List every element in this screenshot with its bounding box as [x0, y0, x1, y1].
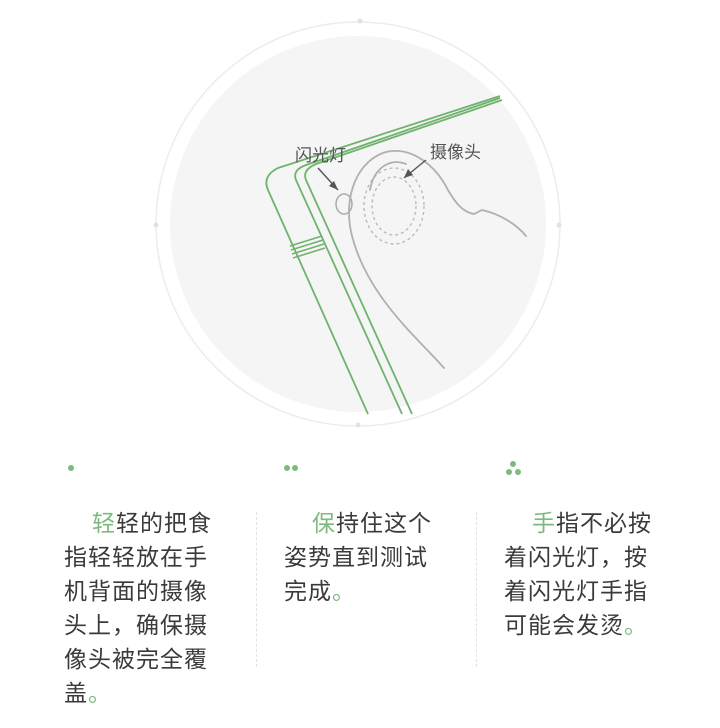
step-1: 轻轻的把食指轻轻放在手机背面的摄像头上，确保摄像头被完全覆盖。 [64, 455, 234, 711]
ring-dot-right [556, 222, 562, 228]
ring-dot-left [153, 222, 159, 228]
step-3-text: 手指不必按着闪光灯，按着闪光灯手指可能会发烫。 [504, 507, 666, 643]
step-2-body: 持住这个姿势直到测试完成 [284, 511, 432, 605]
step-2-text: 保持住这个姿势直到测试完成。 [284, 507, 446, 609]
step-3: 手指不必按着闪光灯，按着闪光灯手指可能会发烫。 [504, 455, 674, 643]
step-1-body: 轻的把食指轻轻放在手机背面的摄像头上，确保摄像头被完全覆盖 [64, 511, 212, 707]
column-divider [256, 512, 257, 667]
step-2: 保持住这个姿势直到测试完成。 [284, 455, 454, 609]
step-2-indicator [284, 455, 454, 475]
ring-dot-top [357, 18, 363, 24]
step-3-end-mark: 。 [624, 613, 648, 639]
step-1-accent-char: 轻 [92, 511, 116, 537]
camera-label: 摄像头 [430, 143, 481, 163]
step-1-end-mark: 。 [88, 681, 112, 707]
step-3-indicator [504, 455, 674, 475]
step-3-accent-char: 手 [532, 511, 556, 537]
step-2-accent-char: 保 [312, 511, 336, 537]
step-2-end-mark: 。 [332, 579, 356, 605]
backdrop-circle [170, 36, 546, 412]
flash-label: 闪光灯 [295, 146, 346, 166]
step-1-text: 轻轻的把食指轻轻放在手机背面的摄像头上，确保摄像头被完全覆盖。 [64, 507, 226, 711]
ring-dot-bottom [355, 422, 361, 428]
step-1-indicator [64, 455, 234, 475]
finger-placement-illustration: 闪光灯 摄像头 [153, 18, 562, 428]
column-divider [476, 512, 477, 667]
